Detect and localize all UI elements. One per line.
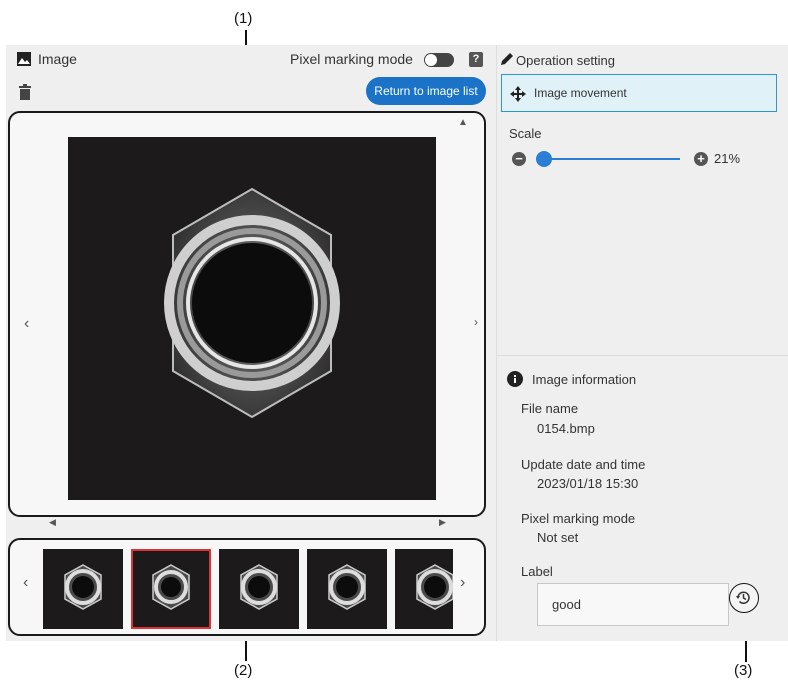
callout-3: (3)	[734, 662, 753, 679]
chevron-left-icon[interactable]: ‹	[24, 315, 29, 333]
image-movement-label: Image movement	[534, 86, 627, 100]
callout-2: (2)	[234, 662, 253, 679]
pixel-marking-mode-label: Pixel marking mode	[521, 511, 636, 526]
thumbnail-5[interactable]	[395, 549, 453, 629]
thumbnail-3[interactable]	[219, 549, 299, 629]
thumbnail-2-selected[interactable]	[131, 549, 211, 629]
label-history-button[interactable]	[729, 583, 759, 613]
thumbnail-strip: ‹ ›	[8, 538, 486, 636]
scale-slider-handle[interactable]	[536, 151, 552, 167]
zoom-out-button[interactable]: −	[512, 152, 526, 166]
pixel-marking-mode-value: Not set	[537, 530, 579, 545]
help-icon[interactable]: ?	[469, 52, 483, 67]
label-value-field[interactable]: good	[537, 583, 729, 626]
callout-1: (1)	[234, 10, 253, 27]
image-viewer[interactable]: ▲	[8, 111, 486, 517]
pencil-icon	[501, 53, 513, 65]
file-name-value: 0154.bmp	[537, 421, 595, 436]
return-to-image-list-button[interactable]: Return to image list	[366, 77, 486, 105]
strip-next-chevron-icon[interactable]: ›	[460, 574, 465, 592]
vertical-scrollbar[interactable]: ▲	[457, 117, 471, 515]
thumbnail-1[interactable]	[43, 549, 123, 629]
pixel-marking-label: Pixel marking mode	[290, 51, 413, 67]
update-date-label: Update date and time	[521, 457, 646, 472]
move-arrows-icon	[510, 86, 526, 102]
file-name-label: File name	[521, 401, 579, 416]
history-icon	[736, 591, 750, 604]
image-panel-title: Image	[38, 51, 77, 67]
scale-value: 21%	[714, 151, 741, 166]
image-icon	[17, 52, 31, 66]
image-information-title: Image information	[532, 372, 637, 387]
image-movement-mode[interactable]: Image movement	[501, 74, 777, 112]
scale-label: Scale	[509, 126, 542, 141]
chevron-right-icon[interactable]: ›	[474, 315, 478, 329]
label-field-label: Label	[521, 564, 553, 579]
zoom-in-button[interactable]: +	[694, 152, 708, 166]
info-icon	[507, 371, 523, 387]
thumbnail-4[interactable]	[307, 549, 387, 629]
pixel-marking-toggle[interactable]	[424, 53, 454, 67]
scale-slider-track[interactable]	[540, 158, 680, 160]
nut-image	[68, 137, 436, 500]
panel-divider	[497, 355, 788, 356]
operation-setting-title: Operation setting	[516, 53, 616, 68]
strip-prev-chevron-icon[interactable]: ‹	[23, 574, 28, 592]
trash-icon[interactable]	[19, 84, 31, 100]
update-date-value: 2023/01/18 15:30	[537, 476, 639, 491]
horizontal-scrollbar[interactable]: ◀ ▶	[43, 517, 455, 531]
